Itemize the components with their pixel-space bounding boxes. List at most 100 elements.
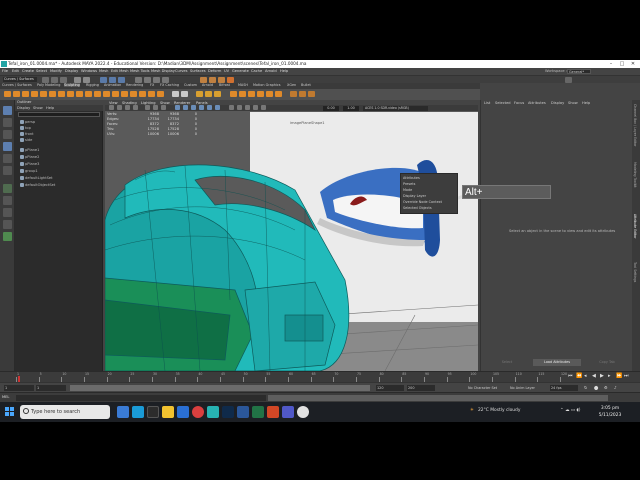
menu-mesh[interactable]: Mesh bbox=[99, 69, 108, 73]
shelf-tab-animation[interactable]: Animation bbox=[104, 83, 121, 87]
bookmark-icon[interactable] bbox=[125, 105, 130, 110]
pinch-tool-icon[interactable] bbox=[40, 91, 47, 97]
wireframe-on-shaded-icon[interactable] bbox=[191, 105, 196, 110]
select-tool-icon[interactable] bbox=[3, 106, 12, 115]
side-tab-tool-settings[interactable]: Tool Settings bbox=[633, 262, 637, 282]
shadows-icon[interactable] bbox=[215, 105, 220, 110]
range-slider-bar[interactable] bbox=[70, 385, 370, 391]
menu-create[interactable]: Create bbox=[22, 69, 34, 73]
time-slider[interactable]: 1 5 10 15 20 25 30 35 40 45 50 55 60 65 70 75 80 85 90 95 10… bbox=[0, 371, 640, 382]
sculpt-tool-icon[interactable] bbox=[4, 91, 11, 97]
sculpt-symmetry-icon[interactable] bbox=[257, 91, 264, 97]
fill-tool-icon[interactable] bbox=[112, 91, 119, 97]
menu-edit-mesh[interactable]: Edit Mesh bbox=[111, 69, 129, 73]
persp-graph-icon[interactable] bbox=[3, 220, 12, 229]
side-tab-attribute-editor[interactable]: Attribute Editor bbox=[633, 214, 637, 239]
anim-layer-dropdown[interactable]: No Anim Layer bbox=[510, 385, 535, 391]
word-icon[interactable] bbox=[237, 406, 249, 418]
menu-windows[interactable]: Windows bbox=[81, 69, 97, 73]
grid-toggle-icon[interactable] bbox=[145, 105, 150, 110]
sculpt-brush-icon[interactable] bbox=[275, 91, 282, 97]
wax-tool-icon[interactable] bbox=[94, 91, 101, 97]
popup-item[interactable]: Attributes bbox=[403, 176, 420, 180]
shelf-tab-fx[interactable]: FX bbox=[150, 83, 154, 87]
outliner-item[interactable]: group1 bbox=[25, 168, 38, 174]
weather-icon[interactable]: ☀ bbox=[470, 408, 474, 413]
extra-tool-2-icon[interactable] bbox=[299, 91, 306, 97]
animation-start-field[interactable]: 1 bbox=[4, 385, 34, 391]
repeat-tool-icon[interactable] bbox=[76, 91, 83, 97]
shelf-tab-poly-modeling[interactable]: Poly Modeling bbox=[37, 83, 60, 87]
ae-menu-show[interactable]: Show bbox=[568, 101, 578, 105]
load-attributes-button[interactable]: Load Attributes bbox=[533, 359, 581, 366]
resolution-gate-icon[interactable] bbox=[161, 105, 166, 110]
auto-key-icon[interactable]: ⬤ bbox=[594, 385, 599, 390]
smear-tool-icon[interactable] bbox=[130, 91, 137, 97]
far-clip-field[interactable]: 1.00 bbox=[343, 105, 359, 111]
camera-attributes-icon[interactable] bbox=[117, 105, 122, 110]
teams-icon[interactable] bbox=[282, 406, 294, 418]
film-gate-icon[interactable] bbox=[153, 105, 158, 110]
amplify-tool-icon[interactable] bbox=[148, 91, 155, 97]
scale-tool-icon[interactable] bbox=[3, 166, 12, 175]
outliner-item[interactable]: side bbox=[25, 137, 32, 143]
viewport-menu-lighting[interactable]: Lighting bbox=[141, 101, 156, 105]
invert-mask-icon[interactable] bbox=[181, 91, 188, 97]
sculpt-falloff-icon[interactable] bbox=[239, 91, 246, 97]
popup-item[interactable]: Selected Objects bbox=[403, 206, 432, 210]
shelf-tab-rigging[interactable]: Rigging bbox=[86, 83, 99, 87]
outliner-item[interactable]: pPlane1 bbox=[25, 147, 39, 153]
menu-curves[interactable]: Curves bbox=[175, 69, 187, 73]
task-view-icon[interactable] bbox=[117, 406, 129, 418]
shelf-tab-xgen[interactable]: XGen bbox=[287, 83, 296, 87]
smooth-tool-icon[interactable] bbox=[13, 91, 20, 97]
playback-end-field[interactable]: 120 bbox=[376, 385, 404, 391]
color-space-dropdown[interactable]: ACES 1.0 SDR-video (sRGB) bbox=[363, 105, 428, 111]
side-tab-channel-box[interactable]: Channel Box / Layer Editor bbox=[633, 104, 637, 146]
textured-icon[interactable] bbox=[199, 105, 204, 110]
loop-icon[interactable]: ↻ bbox=[584, 385, 589, 390]
mel-label[interactable]: MEL bbox=[2, 395, 9, 399]
sculpt-display-icon[interactable] bbox=[266, 91, 273, 97]
relax-tool-icon[interactable] bbox=[22, 91, 29, 97]
scrape-tool-icon[interactable] bbox=[103, 91, 110, 97]
mail-icon[interactable] bbox=[177, 406, 189, 418]
popup-item[interactable]: Presets bbox=[403, 182, 415, 186]
spray-tool-icon[interactable] bbox=[67, 91, 74, 97]
menu-generate[interactable]: Generate bbox=[232, 69, 249, 73]
four-view-icon[interactable] bbox=[3, 196, 12, 205]
weather-text[interactable]: 22°C Mostly cloudy bbox=[478, 408, 520, 413]
ae-menu-selected[interactable]: Selected bbox=[495, 101, 511, 105]
outliner-item[interactable]: pPlane3 bbox=[25, 161, 39, 167]
shelf-tab-curves[interactable]: Curves / Surfaces bbox=[2, 83, 32, 87]
outliner-item[interactable]: defaultObjectSet bbox=[25, 182, 55, 188]
sculpt-stamp-icon[interactable] bbox=[248, 91, 255, 97]
menu-edit[interactable]: Edit bbox=[12, 69, 19, 73]
copy-tab-button[interactable]: Copy Tab bbox=[583, 359, 631, 366]
ae-menu-display[interactable]: Display bbox=[551, 101, 564, 105]
rotate-tool-icon[interactable] bbox=[3, 154, 12, 163]
powerpoint-icon[interactable] bbox=[267, 406, 279, 418]
shelf-tab-rendering[interactable]: Rendering bbox=[126, 83, 143, 87]
lasso-tool-icon[interactable] bbox=[3, 118, 12, 127]
foamy-tool-icon[interactable] bbox=[58, 91, 65, 97]
shelf-tab-bullet[interactable]: Bullet bbox=[301, 83, 311, 87]
chrome-2-icon[interactable] bbox=[297, 406, 309, 418]
play-forward-icon[interactable]: ▶ bbox=[600, 374, 605, 379]
extra-tool-icon[interactable] bbox=[290, 91, 297, 97]
go-to-start-icon[interactable]: ⏮ bbox=[568, 374, 573, 379]
animation-end-field[interactable]: 200 bbox=[407, 385, 435, 391]
system-tray-icons[interactable]: ⌃ ☁ ▭ ◖) bbox=[560, 408, 580, 413]
step-forward-key-icon[interactable]: ⏩ bbox=[616, 374, 622, 379]
blend-icon[interactable] bbox=[205, 91, 212, 97]
shelf-tab-sculpting[interactable]: Sculpting bbox=[64, 83, 80, 87]
toggle-panel-icon[interactable] bbox=[565, 77, 572, 83]
anti-aliasing-icon[interactable] bbox=[253, 105, 258, 110]
file-explorer-icon[interactable] bbox=[162, 406, 174, 418]
outliner-item[interactable]: pPlane2 bbox=[25, 154, 39, 160]
xray-icon[interactable] bbox=[229, 105, 234, 110]
popup-item[interactable]: Mode bbox=[403, 188, 412, 192]
menu-mesh-tools[interactable]: Mesh Tools bbox=[130, 69, 149, 73]
crease-icon[interactable] bbox=[214, 91, 221, 97]
flatten-tool-icon[interactable] bbox=[49, 91, 56, 97]
